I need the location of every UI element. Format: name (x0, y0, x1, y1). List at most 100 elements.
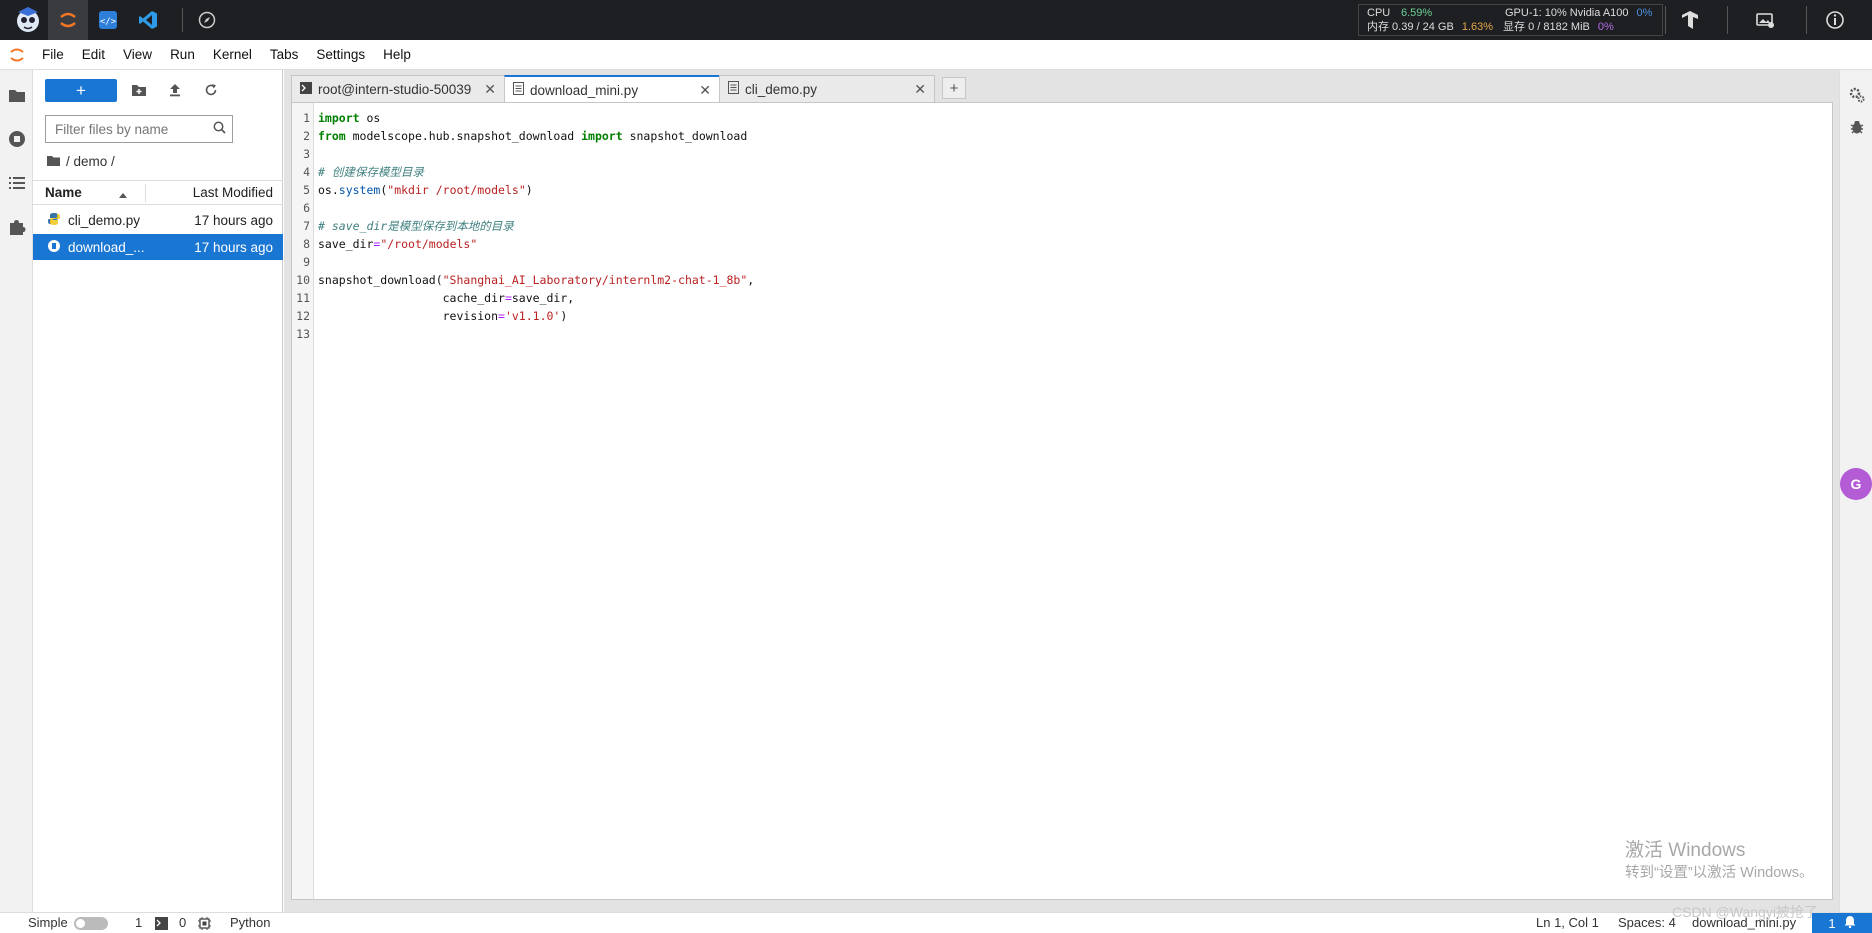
code-text: save_dir, (511, 291, 575, 305)
menu-run[interactable]: Run (161, 40, 204, 70)
line-number: 13 (296, 327, 310, 341)
debugger-icon[interactable] (1846, 116, 1868, 138)
cursor-position[interactable]: Ln 1, Col 1 (1536, 915, 1599, 930)
jupyter-launcher-icon[interactable] (48, 0, 88, 40)
extensions-icon[interactable] (6, 216, 28, 238)
simple-mode-toggle[interactable] (74, 917, 108, 930)
new-folder-icon[interactable] (129, 80, 149, 100)
text-file-icon (513, 82, 524, 98)
csdn-watermark: CSDN @Wangyi被抢了 (1672, 904, 1818, 920)
folder-icon[interactable] (47, 154, 60, 169)
simple-mode-label: Simple (28, 915, 68, 930)
column-divider (145, 184, 146, 202)
code-line: cache_dir=save_dir, (318, 289, 575, 307)
operator: = (498, 309, 505, 323)
file-modified: 17 hours ago (194, 212, 273, 228)
code-line: import os (318, 109, 380, 127)
menu-edit[interactable]: Edit (73, 40, 114, 70)
tab-label: root@intern-studio-50039 (318, 81, 472, 97)
terminal-icon[interactable] (155, 917, 168, 933)
info-icon[interactable] (1815, 0, 1855, 40)
tab-label: download_mini.py (530, 82, 639, 98)
indentation-setting[interactable]: Spaces: 4 (1618, 915, 1676, 930)
folder-icon[interactable] (6, 84, 28, 106)
kernel-count[interactable]: 0 (179, 915, 186, 930)
line-number: 8 (303, 237, 310, 251)
divider (1727, 6, 1728, 34)
tensorflow-icon[interactable] (1670, 0, 1710, 40)
menu-tabs[interactable]: Tabs (261, 40, 308, 70)
new-launcher-button[interactable]: + (45, 79, 117, 102)
vram-value: 0% (1597, 21, 1614, 33)
notification-count: 1 (1828, 915, 1836, 931)
running-kernels-icon[interactable] (6, 128, 28, 150)
terminal-count[interactable]: 1 (135, 915, 142, 930)
breadcrumb: / demo / (47, 154, 115, 169)
code-line: save_dir="/root/models" (318, 235, 477, 253)
file-row-selected[interactable]: download_... 17 hours ago (33, 234, 283, 260)
file-name: download_... (68, 239, 145, 255)
string-literal: "Shanghai_AI_Laboratory/internlm2-chat-1… (442, 273, 748, 287)
code-editor[interactable]: 1 2 3 4 5 6 7 8 9 10 11 12 13 import os … (291, 102, 1833, 900)
top-bar: </> CPU 6.59% GPU-1: 10% Nvidia A100 0% … (0, 0, 1872, 40)
gpu-value: 0% (1636, 7, 1653, 19)
tab-cli-demo[interactable]: cli_demo.py ✕ (719, 75, 935, 102)
close-icon[interactable]: ✕ (484, 81, 496, 98)
code-line: os.system("mkdir /root/models") (318, 181, 533, 199)
language-label[interactable]: Python (230, 915, 270, 930)
upload-icon[interactable] (165, 80, 185, 100)
breadcrumb-path[interactable]: / demo / (66, 154, 115, 169)
code-editor-icon[interactable]: </> (88, 0, 128, 40)
close-icon[interactable]: ✕ (914, 81, 926, 98)
line-number: 9 (303, 255, 310, 269)
property-inspector-icon[interactable] (1846, 84, 1868, 106)
line-number: 1 (303, 111, 310, 125)
sort-ascending-icon[interactable] (118, 187, 128, 202)
code-comment: # save_dir是模型保存到本地的目录 (318, 219, 514, 233)
table-of-contents-icon[interactable] (6, 172, 28, 194)
menu-kernel[interactable]: Kernel (204, 40, 261, 70)
line-number: 7 (303, 219, 310, 233)
keyword: from (318, 129, 346, 143)
kernel-icon[interactable] (198, 917, 211, 933)
column-modified-header[interactable]: Last Modified (193, 185, 273, 200)
vscode-icon[interactable] (128, 0, 168, 40)
keyword: import (318, 111, 360, 125)
notification-badge[interactable]: 1 (1812, 913, 1872, 933)
divider (182, 8, 183, 32)
image-settings-icon[interactable] (1745, 0, 1785, 40)
compass-icon[interactable] (187, 0, 227, 40)
filter-files-field[interactable] (45, 115, 233, 143)
tab-terminal[interactable]: root@intern-studio-50039 ✕ (291, 75, 505, 102)
line-number: 11 (296, 291, 310, 305)
code-text: save_dir (318, 237, 374, 251)
menu-settings[interactable]: Settings (307, 40, 374, 70)
string-literal: 'v1.1.0' (504, 309, 561, 323)
divider (1806, 6, 1807, 34)
main-dock: root@intern-studio-50039 ✕ download_mini… (284, 70, 1839, 912)
close-icon[interactable]: ✕ (699, 82, 711, 99)
resource-monitor: CPU 6.59% GPU-1: 10% Nvidia A100 0% 内存 0… (1358, 4, 1663, 36)
code-line: snapshot_download("Shanghai_AI_Laborator… (318, 271, 754, 289)
column-name-header[interactable]: Name (45, 185, 82, 200)
keyword: import (581, 129, 623, 143)
filter-files-input[interactable] (55, 121, 205, 137)
menu-file[interactable]: File (33, 40, 73, 70)
refresh-icon[interactable] (201, 80, 221, 100)
cpu-value: 6.59% (1401, 7, 1433, 19)
line-number: 6 (303, 201, 310, 215)
cpu-label: CPU (1367, 7, 1391, 19)
code-line: revision='v1.1.0') (318, 307, 568, 325)
line-number-gutter: 1 2 3 4 5 6 7 8 9 10 11 12 13 (292, 103, 314, 899)
menu-help[interactable]: Help (374, 40, 420, 70)
translate-button[interactable]: G (1840, 468, 1872, 500)
jupyter-logo-icon (0, 46, 33, 64)
intern-logo-icon[interactable] (8, 0, 48, 40)
code-text: cache_dir (318, 291, 505, 305)
code-text: ) (560, 309, 568, 323)
menu-view[interactable]: View (114, 40, 161, 70)
file-row[interactable]: cli_demo.py 17 hours ago (33, 207, 283, 233)
add-tab-button[interactable]: + (942, 77, 966, 99)
tab-download-mini[interactable]: download_mini.py ✕ (504, 75, 720, 103)
left-sidebar (0, 70, 33, 912)
